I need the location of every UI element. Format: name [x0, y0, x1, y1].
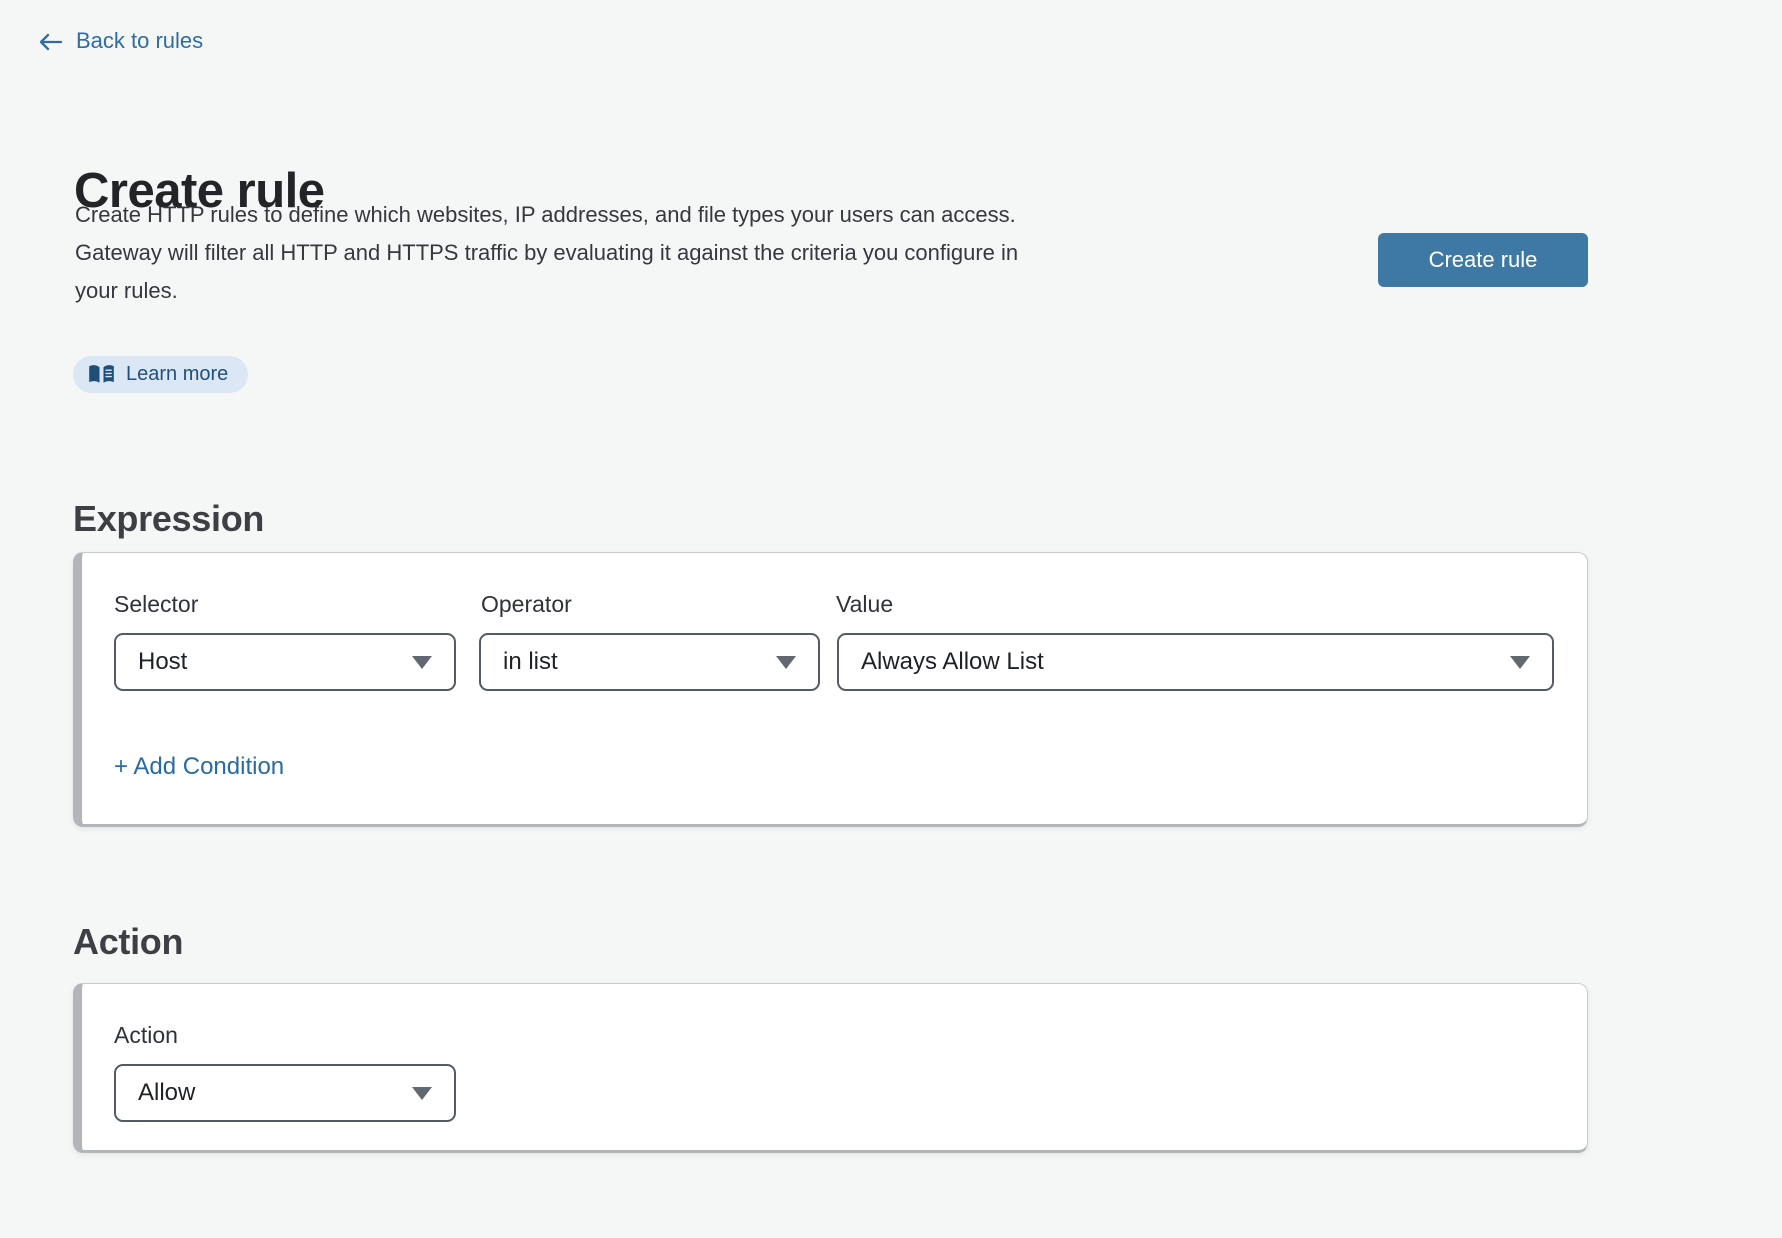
page-description-line: Gateway will filter all HTTP and HTTPS t… — [75, 234, 1018, 272]
chevron-down-icon — [776, 656, 796, 669]
learn-more-label: Learn more — [126, 363, 228, 386]
back-to-rules-link[interactable]: Back to rules — [38, 28, 203, 54]
value-dropdown-value: Always Allow List — [861, 648, 1044, 676]
book-icon — [88, 363, 115, 386]
chevron-down-icon — [1510, 656, 1530, 669]
action-dropdown[interactable]: Allow — [114, 1064, 456, 1122]
operator-dropdown-value: in list — [503, 648, 558, 676]
create-rule-button[interactable]: Create rule — [1378, 233, 1588, 287]
page-description-line: your rules. — [75, 272, 1018, 310]
back-to-rules-label: Back to rules — [76, 28, 203, 54]
action-dropdown-value: Allow — [138, 1079, 195, 1107]
action-heading: Action — [73, 921, 183, 963]
value-dropdown[interactable]: Always Allow List — [837, 633, 1554, 691]
expression-card: Selector Operator Value Host in list Alw… — [73, 552, 1588, 827]
learn-more-badge[interactable]: Learn more — [73, 356, 248, 393]
chevron-down-icon — [412, 1087, 432, 1100]
page-description-line: Create HTTP rules to define which websit… — [75, 196, 1018, 234]
back-arrow-icon — [38, 30, 63, 52]
add-condition-link[interactable]: + Add Condition — [114, 753, 284, 781]
operator-dropdown[interactable]: in list — [479, 633, 820, 691]
expression-heading: Expression — [73, 498, 264, 540]
action-card: Action Allow — [73, 983, 1588, 1153]
page-description: Create HTTP rules to define which websit… — [75, 196, 1018, 310]
selector-dropdown[interactable]: Host — [114, 633, 456, 691]
create-rule-page: Back to rules Create rule Create HTTP ru… — [0, 0, 1782, 1238]
operator-label: Operator — [481, 591, 572, 618]
selector-label: Selector — [114, 591, 198, 618]
chevron-down-icon — [412, 656, 432, 669]
selector-dropdown-value: Host — [138, 648, 187, 676]
action-label: Action — [114, 1022, 178, 1049]
value-label: Value — [836, 591, 893, 618]
